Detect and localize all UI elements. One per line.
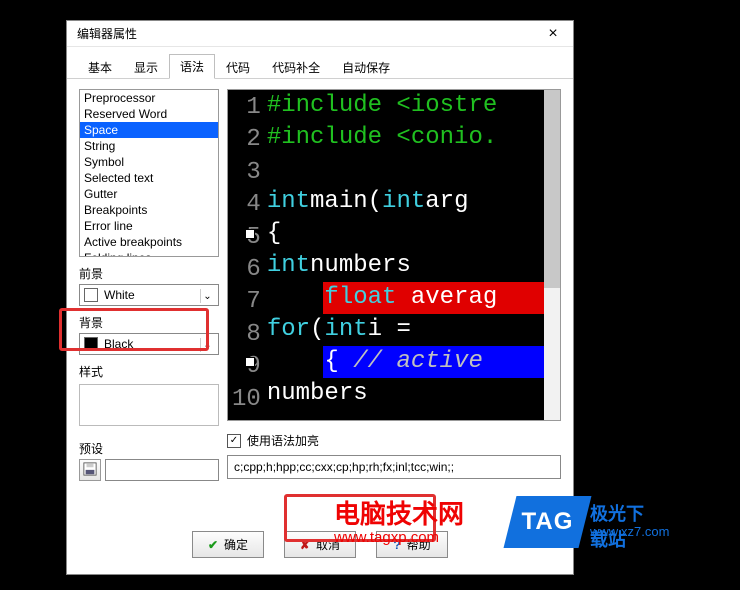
code-line: #include <iostre (267, 90, 560, 122)
file-extensions-input[interactable] (227, 455, 561, 479)
tab-syntax[interactable]: 语法 (169, 54, 215, 79)
list-item[interactable]: Reserved Word (80, 106, 218, 122)
dialog-body: Preprocessor Reserved Word Space String … (67, 79, 573, 426)
color-swatch-icon (84, 288, 98, 302)
tab-display[interactable]: 显示 (123, 55, 169, 79)
code-line: for (int i = (267, 314, 560, 346)
list-item[interactable]: Selected text (80, 170, 218, 186)
dialog-buttons: ✔ 确定 ✘ 取消 ? 帮助 (67, 531, 573, 558)
foreground-label: 前景 (79, 265, 219, 282)
category-list[interactable]: Preprocessor Reserved Word Space String … (79, 89, 219, 257)
code-line: int main(int arg (267, 186, 560, 218)
code-line: { (267, 218, 560, 250)
code-lines: #include <iostre #include <conio. int ma… (267, 90, 560, 420)
tab-code[interactable]: 代码 (215, 55, 261, 79)
background-color-select[interactable]: Black ⌄ (79, 333, 219, 355)
chevron-down-icon: ⌄ (200, 289, 214, 303)
code-line: int numbers (267, 250, 560, 282)
tab-basic[interactable]: 基本 (77, 55, 123, 79)
use-syntax-label: 使用语法加亮 (247, 432, 319, 449)
tab-bar: 基本 显示 语法 代码 代码补全 自动保存 (67, 47, 573, 79)
watermark-site-name: 极光下载站 (590, 500, 656, 552)
syntax-config: ✓ 使用语法加亮 (227, 432, 561, 481)
preset-input[interactable] (105, 459, 219, 481)
watermark-site-url: www.xz7.com (590, 524, 669, 539)
help-icon: ? (393, 538, 400, 552)
list-item[interactable]: Gutter (80, 186, 218, 202)
background-label: 背景 (79, 314, 219, 331)
use-syntax-checkbox[interactable]: ✓ (227, 434, 241, 448)
ok-button[interactable]: ✔ 确定 (192, 531, 264, 558)
help-label: 帮助 (407, 536, 431, 553)
preset-open-button[interactable] (79, 459, 101, 481)
list-item[interactable]: String (80, 138, 218, 154)
tab-autosave[interactable]: 自动保存 (331, 55, 401, 79)
close-icon[interactable]: × (543, 26, 563, 42)
style-box[interactable] (79, 384, 219, 426)
tab-completion[interactable]: 代码补全 (261, 55, 331, 79)
cancel-label: 取消 (316, 536, 340, 553)
chevron-down-icon: ⌄ (200, 338, 214, 352)
background-color-name: Black (104, 337, 133, 351)
cancel-button[interactable]: ✘ 取消 (284, 531, 356, 558)
breakpoint-marker-icon (245, 357, 255, 367)
editor-properties-dialog: 编辑器属性 × 基本 显示 语法 代码 代码补全 自动保存 Preprocess… (66, 20, 574, 575)
list-item[interactable]: Error line (80, 218, 218, 234)
check-icon: ✔ (208, 538, 218, 552)
titlebar: 编辑器属性 × (67, 21, 573, 47)
list-item[interactable]: Breakpoints (80, 202, 218, 218)
list-item[interactable]: Preprocessor (80, 90, 218, 106)
left-panel: Preprocessor Reserved Word Space String … (79, 89, 219, 426)
code-line: numbers (267, 378, 560, 410)
x-icon: ✘ (300, 538, 310, 552)
list-item[interactable]: Symbol (80, 154, 218, 170)
preset-panel: 预设 (79, 432, 219, 481)
help-button[interactable]: ? 帮助 (376, 531, 448, 558)
code-line (267, 154, 560, 186)
preview-panel: 1 2 3 4 5 6 7 8 9 10 #include <iostre #i… (227, 89, 561, 426)
breakpoint-marker-icon (245, 229, 255, 239)
preset-label: 预设 (79, 440, 219, 457)
code-line: float averag (267, 282, 560, 314)
foreground-color-select[interactable]: White ⌄ (79, 284, 219, 306)
disk-icon (83, 462, 97, 479)
list-item[interactable]: Space (80, 122, 218, 138)
lower-row: 预设 ✓ 使用语法加亮 (67, 426, 573, 481)
code-line: #include <conio. (267, 122, 560, 154)
color-swatch-icon (84, 337, 98, 351)
ok-label: 确定 (224, 536, 248, 553)
scrollbar-thumb[interactable] (544, 90, 560, 288)
code-line: { // active (267, 346, 560, 378)
style-label: 样式 (79, 363, 219, 380)
vertical-scrollbar[interactable] (544, 90, 560, 420)
line-gutter: 1 2 3 4 5 6 7 8 9 10 (228, 90, 267, 420)
code-preview: 1 2 3 4 5 6 7 8 9 10 #include <iostre #i… (227, 89, 561, 421)
list-item[interactable]: Folding lines (80, 250, 218, 257)
foreground-color-name: White (104, 288, 135, 302)
list-item[interactable]: Active breakpoints (80, 234, 218, 250)
window-title: 编辑器属性 (77, 25, 137, 42)
